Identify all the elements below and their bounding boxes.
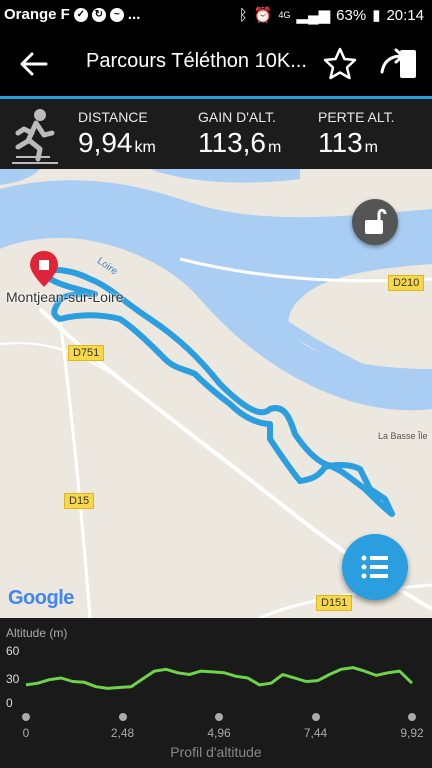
elevation-gain-stat: GAIN D'ALT. 113,6 m bbox=[198, 109, 281, 159]
back-arrow-icon[interactable] bbox=[18, 50, 50, 78]
notification-icon: ✓ bbox=[73, 7, 88, 22]
sync-icon: ↻ bbox=[91, 7, 106, 22]
elevation-gain-value: 113,6 bbox=[198, 127, 266, 158]
x-tick-label: 0 bbox=[22, 726, 30, 740]
list-icon bbox=[361, 555, 388, 579]
route-map[interactable]: Montjean-sur-Loire Loire La Basse Île D2… bbox=[0, 169, 432, 618]
elevation-loss-stat: PERTE ALT. 113 m bbox=[318, 109, 395, 159]
elevation-gain-unit: m bbox=[268, 139, 282, 156]
carrier-name: Orange F bbox=[4, 6, 70, 23]
x-tick-label: 7,44 bbox=[303, 726, 328, 740]
elevation-loss-unit: m bbox=[364, 139, 378, 156]
status-bar: Orange F ✓ ↻ ~ ... ᛒ ⏰ 4G ▂▄▆ 63% ▮ 20:1… bbox=[0, 0, 432, 32]
more-notifications: ... bbox=[127, 6, 141, 23]
road-d15 bbox=[58, 318, 92, 618]
battery-level: 63% bbox=[336, 6, 367, 24]
distance-label: DISTANCE bbox=[78, 109, 148, 125]
road-badge-d751: D751 bbox=[68, 345, 105, 361]
distance-stat: DISTANCE 9,94 km bbox=[78, 109, 156, 159]
x-tick-dot bbox=[408, 713, 416, 721]
elevation-loss-value: 113 bbox=[318, 127, 363, 158]
distance-unit: km bbox=[134, 139, 156, 156]
elevation-loss-label: PERTE ALT. bbox=[318, 109, 395, 125]
network-type: 4G bbox=[278, 10, 291, 20]
google-logo: Google bbox=[8, 587, 74, 609]
altitude-line bbox=[25, 666, 414, 690]
page-title: Parcours Téléthon 10K... bbox=[86, 50, 306, 72]
favorite-star-icon[interactable] bbox=[322, 46, 358, 82]
x-tick-label: 2,48 bbox=[110, 726, 135, 740]
profile-title: Profil d'altitude bbox=[170, 744, 262, 760]
place-label: La Basse Île bbox=[378, 431, 428, 441]
x-tick-dot bbox=[311, 713, 320, 721]
alarm-icon: ⏰ bbox=[253, 7, 273, 24]
town-label: Montjean-sur-Loire bbox=[6, 289, 124, 305]
app-bar: Parcours Téléthon 10K... bbox=[0, 32, 432, 96]
road-badge-d210: D210 bbox=[388, 275, 425, 291]
unlock-icon bbox=[365, 208, 387, 234]
trail-runner-icon bbox=[12, 109, 58, 164]
elevation-gain-label: GAIN D'ALT. bbox=[198, 109, 276, 125]
elevation-chart bbox=[25, 666, 414, 690]
signal-icon: ▂▄▆ bbox=[296, 7, 331, 24]
messenger-icon: ~ bbox=[109, 7, 124, 22]
x-tick-dot bbox=[118, 713, 127, 721]
x-tick-dot bbox=[215, 713, 223, 721]
x-tick-dot bbox=[22, 713, 30, 721]
x-tick-label: 4,96 bbox=[207, 726, 231, 740]
river-arm bbox=[0, 169, 40, 185]
road-badge-d15: D15 bbox=[64, 493, 95, 509]
clock: 20:14 bbox=[386, 6, 424, 24]
menu-list-button[interactable] bbox=[342, 534, 408, 600]
river-branch bbox=[150, 169, 300, 183]
battery-icon: ▮ bbox=[372, 7, 381, 24]
send-to-device-icon[interactable] bbox=[380, 46, 420, 82]
x-tick-label: 9,92 bbox=[400, 726, 424, 740]
map-lock-button[interactable] bbox=[352, 199, 398, 245]
stats-panel: DISTANCE 9,94 km GAIN D'ALT. 113,6 m PERTE… bbox=[0, 99, 432, 169]
distance-value: 9,94 bbox=[78, 127, 133, 158]
elevation-profile: Altitude (m) 60 30 0 0 2,48 4,96 7,44 9,92 P… bbox=[0, 618, 432, 768]
bluetooth-icon: ᛒ bbox=[238, 6, 248, 24]
